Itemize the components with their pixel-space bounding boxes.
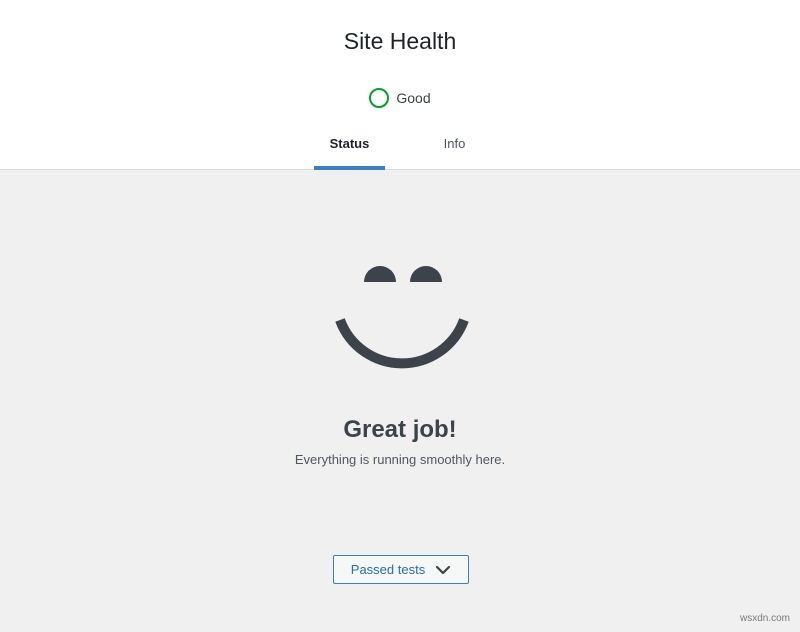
passed-tests-label: Passed tests <box>350 562 426 577</box>
status-label: Good <box>396 90 431 106</box>
chevron-down-icon <box>436 565 451 574</box>
right-eye <box>410 266 442 282</box>
tab-info-label: Info <box>443 136 466 151</box>
site-health-header: Site Health Good Status Info <box>0 0 800 170</box>
passed-tests-button[interactable]: Passed tests <box>333 555 469 584</box>
smile-mouth <box>335 318 469 369</box>
tab-info[interactable]: Info <box>419 128 490 169</box>
smiley-face-icon <box>335 266 469 369</box>
tab-status-label: Status <box>329 136 370 151</box>
site-health-tabs: Status Info <box>0 128 800 170</box>
page-title: Site Health <box>343 28 457 54</box>
tab-status[interactable]: Status <box>314 128 385 170</box>
status-panel: Great job! Everything is running smoothl… <box>0 170 800 632</box>
success-message-title: Great job! <box>343 416 457 443</box>
left-eye <box>364 266 396 282</box>
success-message-subtitle: Everything is running smoothly here. <box>294 452 506 467</box>
health-status: Good <box>0 86 800 110</box>
status-circle-icon <box>369 88 390 108</box>
watermark: wsxdn.com <box>739 613 790 624</box>
